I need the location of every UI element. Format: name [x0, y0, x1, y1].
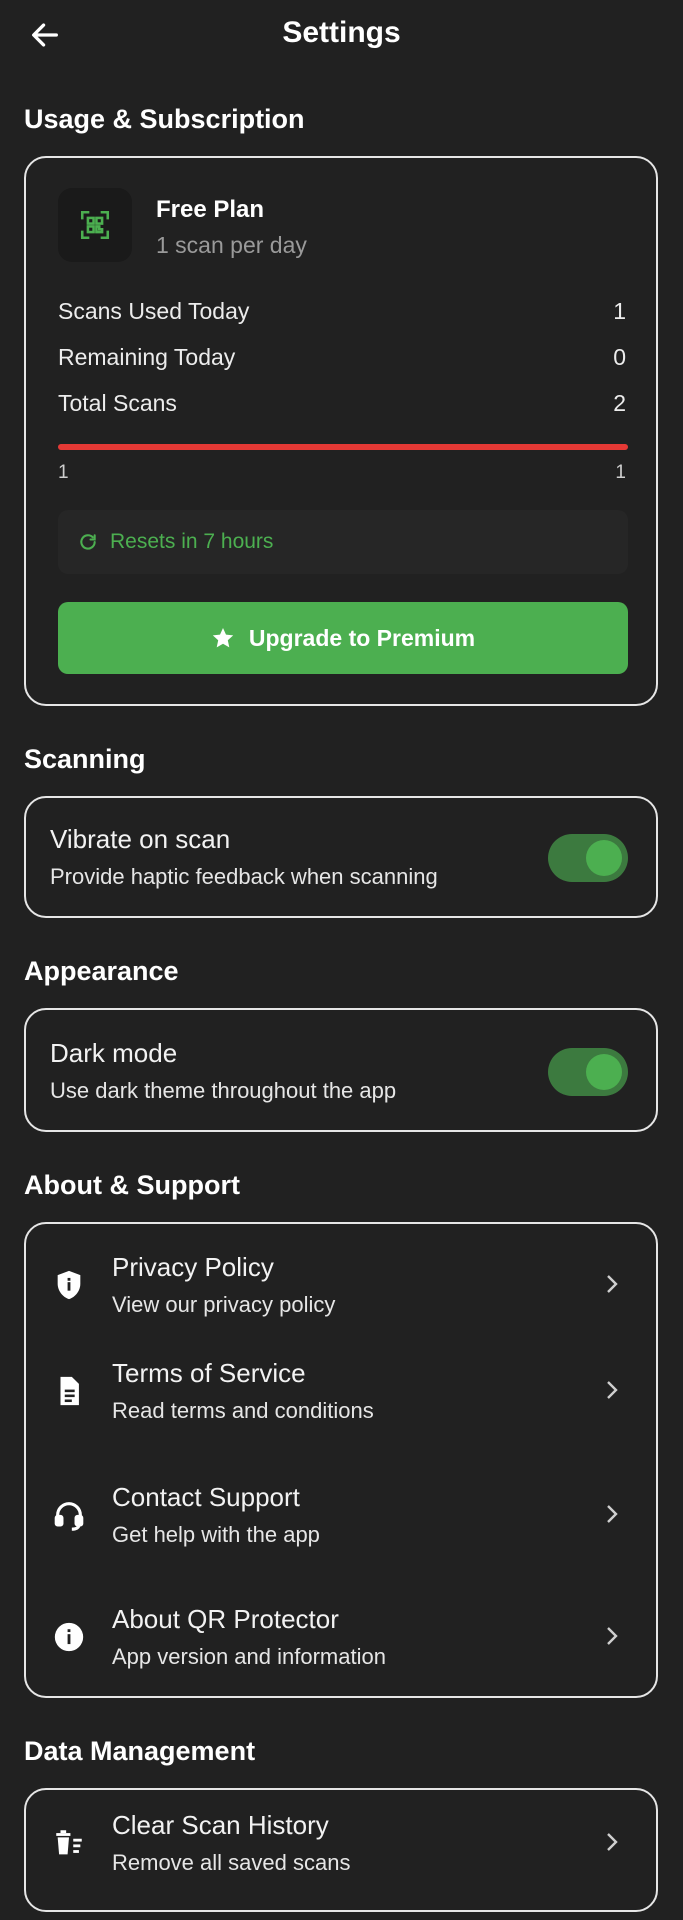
upgrade-premium-button[interactable]: Upgrade to Premium — [58, 602, 628, 674]
item-title: Terms of Service — [112, 1358, 306, 1388]
about-card: Privacy Policy View our privacy policy T… — [24, 1222, 658, 1698]
item-title: Clear Scan History — [112, 1810, 329, 1840]
usage-card: Free Plan 1 scan per day Scans Used Toda… — [24, 156, 658, 706]
vibrate-desc: Provide haptic feedback when scanning — [50, 864, 438, 889]
usage-progress-bar — [58, 444, 628, 450]
stat-label-total: Total Scans — [58, 390, 177, 416]
chevron-right-icon — [602, 1272, 622, 1296]
item-desc: View our privacy policy — [112, 1292, 336, 1317]
item-desc: Remove all saved scans — [112, 1850, 351, 1875]
page-title: Settings — [282, 16, 401, 49]
refresh-icon — [78, 532, 98, 552]
plan-name: Free Plan — [156, 196, 265, 223]
item-desc: Get help with the app — [112, 1522, 320, 1547]
document-icon — [52, 1374, 86, 1408]
reset-notice: Resets in 7 hours — [58, 510, 628, 574]
chevron-right-icon — [602, 1378, 622, 1402]
usage-progress-fill — [58, 444, 628, 450]
list-item-clear-history[interactable]: Clear Scan History Remove all saved scan… — [26, 1800, 656, 1900]
toggle-knob — [586, 1054, 622, 1090]
vibrate-title: Vibrate on scan — [50, 824, 231, 854]
item-title: Contact Support — [112, 1482, 300, 1512]
list-item-terms-of-service[interactable]: Terms of Service Read terms and conditio… — [26, 1348, 656, 1448]
chevron-right-icon — [602, 1624, 622, 1648]
section-title-appearance: Appearance — [24, 956, 179, 986]
progress-max-label: 1 — [615, 462, 626, 483]
top-bar: Settings — [0, 0, 683, 70]
stat-value-total: 2 — [613, 390, 626, 416]
data-management-card: Clear Scan History Remove all saved scan… — [24, 1788, 658, 1912]
item-desc: Read terms and conditions — [112, 1398, 374, 1423]
dark-mode-toggle[interactable] — [548, 1048, 628, 1096]
star-icon — [211, 626, 235, 650]
stat-label-remaining: Remaining Today — [58, 344, 236, 370]
shield-icon — [52, 1268, 86, 1302]
stat-value-remaining: 0 — [613, 344, 626, 370]
item-title: About QR Protector — [112, 1604, 339, 1634]
reset-text: Resets in 7 hours — [110, 530, 274, 553]
dark-mode-title: Dark mode — [50, 1038, 178, 1068]
stat-value-scans-used: 1 — [613, 298, 626, 324]
scanning-card: Vibrate on scan Provide haptic feedback … — [24, 796, 658, 918]
plan-description: 1 scan per day — [156, 232, 307, 258]
appearance-card: Dark mode Use dark theme throughout the … — [24, 1008, 658, 1132]
list-item-about-app[interactable]: About QR Protector App version and infor… — [26, 1594, 656, 1694]
item-title: Privacy Policy — [112, 1252, 274, 1282]
upgrade-label: Upgrade to Premium — [248, 624, 476, 651]
dark-mode-desc: Use dark theme throughout the app — [50, 1078, 397, 1103]
item-desc: App version and information — [112, 1644, 386, 1669]
qr-code-icon — [58, 188, 132, 262]
section-title-usage: Usage & Subscription — [24, 104, 305, 134]
support-agent-icon — [52, 1498, 86, 1532]
progress-min-label: 1 — [58, 462, 69, 483]
info-icon — [52, 1620, 86, 1654]
chevron-right-icon — [602, 1502, 622, 1526]
list-item-contact-support[interactable]: Contact Support Get help with the app — [26, 1472, 656, 1572]
section-title-data-management: Data Management — [24, 1736, 256, 1766]
stat-label-scans-used: Scans Used Today — [58, 298, 250, 324]
section-title-scanning: Scanning — [24, 744, 146, 774]
vibrate-toggle[interactable] — [548, 834, 628, 882]
trash-icon — [52, 1826, 86, 1860]
toggle-knob — [586, 840, 622, 876]
chevron-right-icon — [602, 1830, 622, 1854]
section-title-about: About & Support — [24, 1170, 240, 1200]
list-item-privacy-policy[interactable]: Privacy Policy View our privacy policy — [26, 1242, 656, 1342]
